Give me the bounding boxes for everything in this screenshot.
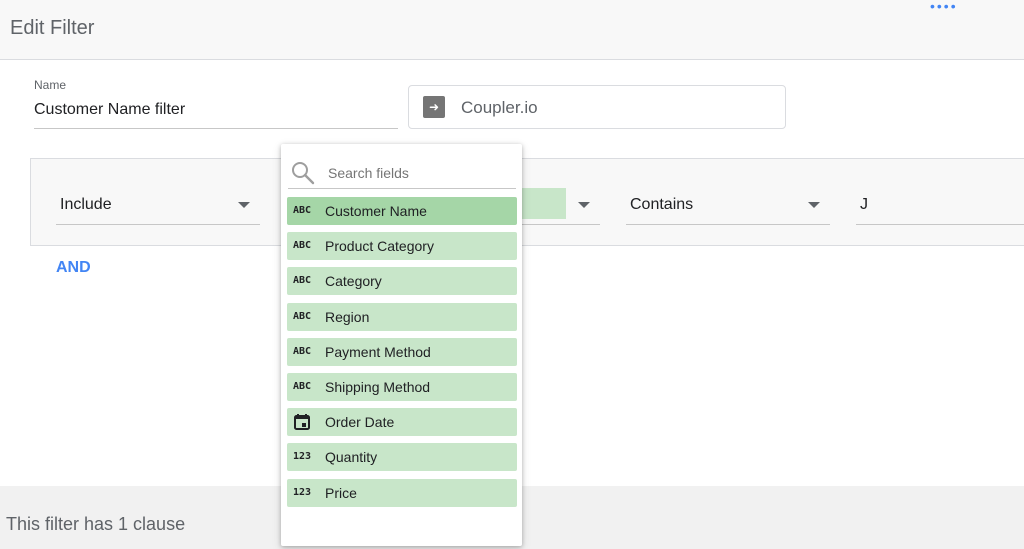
field-option-label: Order Date — [325, 414, 395, 431]
field-option[interactable]: ABC Shipping Method — [287, 372, 517, 401]
data-source-selector[interactable]: ➜ Coupler.io — [408, 85, 786, 129]
search-field-row[interactable]: Search fields — [288, 156, 516, 189]
match-value-input[interactable]: J — [856, 186, 1024, 225]
arrow-right-icon: ➜ — [423, 96, 445, 118]
include-exclude-select[interactable]: Include — [56, 186, 260, 225]
number-type-icon: 123 — [293, 451, 312, 463]
chevron-down-icon — [238, 202, 250, 208]
field-option-label: Product Category — [325, 238, 434, 255]
field-option-label: Category — [325, 273, 382, 290]
field-option-label: Payment Method — [325, 343, 431, 360]
match-value: J — [860, 196, 868, 213]
condition-value: Contains — [630, 196, 694, 213]
field-option-label: Price — [325, 484, 357, 501]
field-option[interactable]: ABC Customer Name — [287, 197, 517, 225]
text-type-icon: ABC — [293, 275, 312, 287]
field-dropdown: Search fields ABC Customer Name ABC Product… — [281, 144, 522, 546]
dialog-title: Edit Filter — [10, 17, 95, 39]
field-option-label: Customer Name — [325, 203, 427, 219]
field-option[interactable]: ABC Region — [287, 302, 517, 331]
chevron-down-icon — [578, 202, 590, 208]
include-exclude-value: Include — [60, 196, 112, 213]
field-select[interactable] — [520, 186, 600, 225]
dialog-header: Edit Filter •••• — [0, 0, 1024, 60]
text-type-icon: ABC — [293, 345, 312, 357]
field-option-label: Shipping Method — [325, 378, 431, 395]
name-field-label: Name — [34, 78, 67, 92]
search-icon — [292, 162, 315, 185]
number-type-icon: 123 — [293, 486, 312, 498]
text-type-icon: ABC — [293, 310, 312, 322]
text-type-icon: ABC — [293, 240, 312, 252]
clause-count-status: This filter has 1 clause — [6, 514, 186, 534]
field-option-label: Region — [325, 308, 370, 325]
chevron-down-icon — [808, 202, 820, 208]
field-option[interactable]: 123 Price — [287, 478, 517, 507]
and-button[interactable]: AND — [56, 259, 91, 277]
field-option[interactable]: ABC Product Category — [287, 232, 517, 261]
name-input[interactable]: Customer Name filter — [34, 98, 398, 129]
field-option[interactable]: Order Date — [287, 408, 517, 437]
condition-select[interactable]: Contains — [626, 186, 830, 225]
field-option[interactable]: ABC Payment Method — [287, 337, 517, 366]
more-options-icon[interactable]: •••• — [930, 0, 958, 13]
text-type-icon: ABC — [293, 205, 312, 216]
field-option[interactable]: ABC Category — [287, 267, 517, 296]
data-source-label: Coupler.io — [461, 98, 538, 117]
text-type-icon: ABC — [293, 380, 312, 392]
field-list: ABC Customer Name ABC Product Category ABC Ca… — [287, 197, 517, 514]
field-option-label: Quantity — [325, 449, 378, 466]
calendar-icon — [294, 414, 310, 431]
search-input[interactable]: Search fields — [328, 165, 409, 181]
field-option[interactable]: 123 Quantity — [287, 443, 517, 472]
